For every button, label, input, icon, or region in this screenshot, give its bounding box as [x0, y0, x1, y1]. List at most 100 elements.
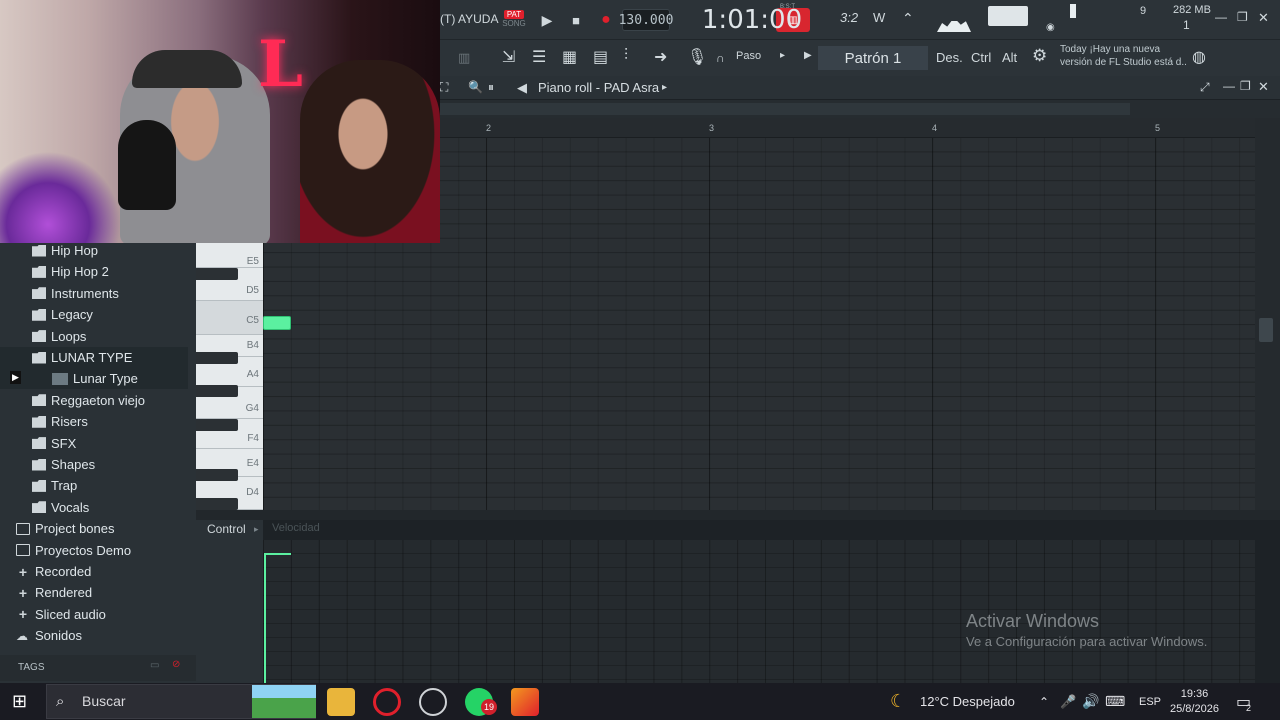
- tags-folder-icon[interactable]: ▭: [150, 660, 159, 671]
- vertical-scroll-thumb[interactable]: [1259, 318, 1273, 342]
- browser-item[interactable]: Proyectos Demo: [0, 540, 188, 561]
- snap-arrow-icon[interactable]: ▸: [780, 50, 785, 61]
- tempo-display[interactable]: 130.000: [619, 9, 673, 31]
- language-indicator[interactable]: ESP: [1139, 683, 1161, 720]
- browser-item[interactable]: SFX: [0, 433, 188, 454]
- activation-watermark-text: Ve a Configuración para activar Windows.: [966, 634, 1208, 649]
- browser-item[interactable]: + Rendered: [0, 582, 188, 603]
- browser-item[interactable]: Risers: [0, 411, 188, 432]
- tags-bar[interactable]: TAGS ▭ ⊘: [0, 655, 196, 681]
- piano-roll-title[interactable]: Piano roll - PAD Asra: [538, 80, 659, 95]
- browser-item[interactable]: Hip Hop: [0, 243, 188, 261]
- speaker-icon[interactable]: ◀: [517, 80, 527, 96]
- control-selector[interactable]: Control: [207, 522, 246, 536]
- lane-divider[interactable]: [196, 510, 1280, 520]
- weather-text[interactable]: 12°C Despejado: [920, 683, 1015, 720]
- microphone-icon[interactable]: 🎙: [687, 47, 707, 67]
- search-highlight-image: [252, 685, 316, 718]
- keyboard-icon[interactable]: ▥: [458, 50, 470, 66]
- tags-search-icon[interactable]: ⊘: [172, 659, 180, 670]
- restore-icon[interactable]: ❐: [1237, 10, 1248, 24]
- stop-icon[interactable]: ■: [564, 8, 588, 32]
- vertical-scrollbar[interactable]: [1255, 118, 1280, 510]
- time-format-label: B:S:T: [780, 4, 796, 10]
- snap-selector[interactable]: Paso: [736, 50, 761, 62]
- opera-icon[interactable]: [373, 688, 401, 716]
- key-label: B4: [246, 340, 259, 351]
- browser-tree: Hip Hop Hip Hop 2 Instruments Legacy Loops LU…: [0, 243, 188, 663]
- minimize-icon[interactable]: —: [1215, 10, 1227, 24]
- alt-button[interactable]: Alt: [1002, 50, 1017, 65]
- zoom-icon[interactable]: 🔍: [468, 80, 483, 94]
- browser-item-label: Vocals: [51, 499, 90, 515]
- pattern-prev-icon[interactable]: ▶: [804, 50, 812, 61]
- browser-item[interactable]: Hip Hop 2: [0, 261, 188, 282]
- pattern-selector[interactable]: Patrón 1: [818, 46, 928, 70]
- volume-icon[interactable]: 🔊: [1082, 683, 1099, 720]
- browser-item[interactable]: Lunar Type ▶: [0, 368, 188, 390]
- whatsapp-badge: 19: [481, 699, 498, 715]
- windows-start-icon[interactable]: ⊞: [12, 683, 27, 720]
- horizontal-scrollbar[interactable]: [440, 100, 1280, 118]
- pr-close-icon[interactable]: ✕: [1258, 79, 1269, 95]
- browser-item[interactable]: Vocals: [0, 497, 188, 518]
- magnet-icon[interactable]: ∩: [716, 51, 725, 65]
- ctrl-button[interactable]: Ctrl: [971, 50, 991, 65]
- moon-weather-icon: ☾: [890, 691, 907, 711]
- preview-play-icon[interactable]: ▶: [10, 371, 21, 385]
- online-news-icon[interactable]: ◍: [1192, 47, 1206, 67]
- black-key[interactable]: [196, 498, 238, 510]
- keyboard-tray-icon[interactable]: ⌨: [1105, 683, 1125, 720]
- browser-item[interactable]: + Recorded: [0, 561, 188, 582]
- control-arrow-icon[interactable]: ▸: [254, 524, 259, 535]
- pr-minimize-icon[interactable]: —: [1223, 79, 1235, 93]
- news-panel[interactable]: Today ¡Hay una nueva versión de FL Studi…: [1060, 43, 1190, 71]
- piano-roll-icon[interactable]: ▦: [562, 47, 577, 67]
- mixer-sliders-icon[interactable]: ⫶: [624, 47, 628, 65]
- pat-song-toggle[interactable]: PAT SONG: [500, 6, 528, 32]
- browser-item[interactable]: Shapes: [0, 454, 188, 475]
- title-arrow-icon[interactable]: ▸: [662, 82, 667, 93]
- piano-keyboard[interactable]: E5 D5 C5 B4 A4 G4 F4 E4 D4: [196, 243, 263, 510]
- wait-input-icon[interactable]: W: [873, 10, 885, 25]
- file-explorer-icon[interactable]: [327, 688, 355, 716]
- help-menu[interactable]: (T) AYUDA: [440, 12, 498, 26]
- mic-tray-icon[interactable]: 🎤: [1060, 683, 1076, 720]
- taskbar-clock[interactable]: 19:36 25/8/2026: [1170, 683, 1219, 720]
- browser-item[interactable]: Project bones: [0, 518, 188, 539]
- clock-app-icon[interactable]: [419, 688, 447, 716]
- pr-options-icon[interactable]: ⤢: [1200, 80, 1210, 95]
- velocity-lane[interactable]: [263, 540, 1255, 683]
- play-icon[interactable]: ▶: [535, 8, 559, 32]
- browser-item-label: Trap: [51, 478, 78, 494]
- browser-item[interactable]: Instruments: [0, 283, 188, 304]
- fl-studio-icon[interactable]: [511, 688, 539, 716]
- undo-button[interactable]: Des.: [936, 50, 963, 65]
- timeline-ruler[interactable]: 2 3 4 5: [440, 118, 1255, 138]
- horizontal-scroll-thumb[interactable]: [440, 103, 1130, 115]
- fullscreen-icon[interactable]: ⛶: [440, 80, 448, 95]
- playlist-icon[interactable]: ⇲: [502, 47, 515, 67]
- velocity-bar[interactable]: [264, 553, 266, 683]
- tray-chevron-icon[interactable]: ⌃: [1039, 683, 1049, 720]
- browser-item[interactable]: Loops: [0, 326, 188, 347]
- browser-item[interactable]: Reggaeton viejo: [0, 390, 188, 411]
- step-edit-icon[interactable]: 3:2: [840, 10, 858, 25]
- pr-restore-icon[interactable]: ❐: [1240, 79, 1251, 93]
- countdown-icon[interactable]: ⌃: [902, 10, 914, 27]
- browser-item[interactable]: ☁ Sonidos: [0, 625, 188, 646]
- master-volume-icon[interactable]: ◉: [1046, 22, 1055, 33]
- browser-item[interactable]: + Sliced audio: [0, 604, 188, 625]
- midi-note[interactable]: [263, 316, 291, 330]
- record-icon[interactable]: ●: [594, 8, 618, 32]
- browser-item[interactable]: Trap: [0, 475, 188, 496]
- playback-icon[interactable]: ⏸: [488, 80, 494, 95]
- arrow-right-icon[interactable]: ➜: [654, 47, 667, 67]
- browser-item[interactable]: LUNAR TYPE: [0, 347, 188, 368]
- channel-rack-icon[interactable]: ☰: [532, 47, 546, 67]
- close-icon[interactable]: ✕: [1258, 10, 1269, 26]
- search-placeholder: Buscar: [82, 693, 126, 709]
- browser-item[interactable]: Legacy: [0, 304, 188, 325]
- mixer-icon[interactable]: ▤: [593, 47, 608, 67]
- tips-icon[interactable]: ⚙: [1032, 46, 1047, 66]
